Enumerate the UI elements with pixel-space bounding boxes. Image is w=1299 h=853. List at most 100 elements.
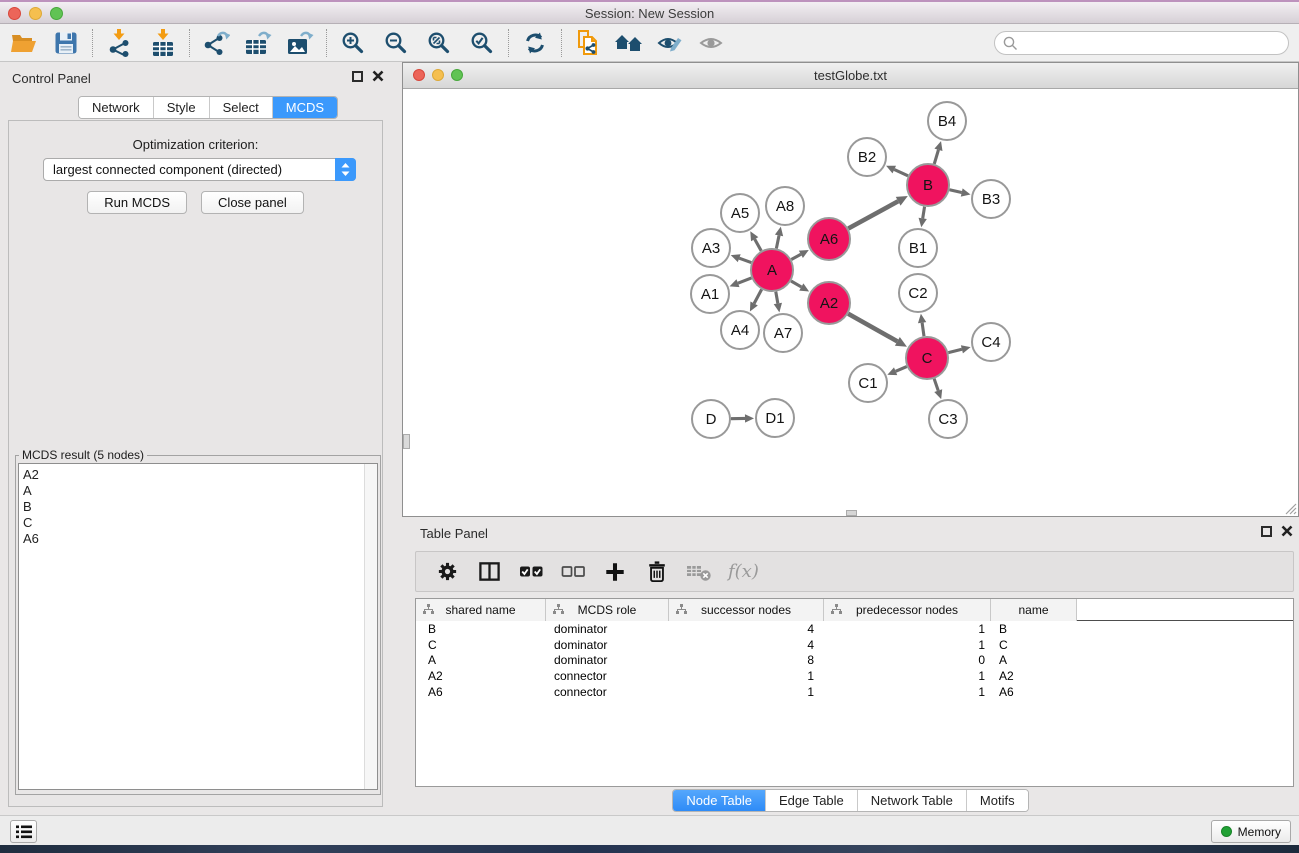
select-all-icon[interactable] [518,559,544,585]
graph-edge-A-A4[interactable] [754,289,762,303]
add-column-icon[interactable] [602,559,628,585]
table-cell[interactable]: C [416,638,546,652]
float-panel-icon[interactable] [352,71,363,82]
graph-edge-A-A7[interactable] [776,292,778,304]
run-mcds-button[interactable]: Run MCDS [87,191,187,214]
tab-edge-table[interactable]: Edge Table [766,790,858,811]
table-row[interactable]: A6connector11A6 [416,684,1293,700]
float-panel-icon[interactable] [1261,526,1272,537]
table-cell[interactable]: 1 [824,669,991,683]
import-table-icon[interactable] [145,26,181,60]
column-header-predecessor-nodes[interactable]: predecessor nodes [824,599,991,621]
graph-edge-B-B4[interactable] [934,150,938,164]
import-network-icon[interactable] [101,26,137,60]
column-header-successor-nodes[interactable]: successor nodes [669,599,824,621]
delete-trash-icon[interactable] [644,559,670,585]
column-header-mcds-role[interactable]: MCDS role [546,599,669,621]
table-cell[interactable]: 1 [824,622,991,636]
mcds-result-item[interactable]: A2 [23,467,377,483]
graph-edge-B-B3[interactable] [949,190,961,193]
tab-style[interactable]: Style [154,97,210,118]
hide-graphics-eye-pen-icon[interactable] [652,26,688,60]
table-cell[interactable]: dominator [546,638,669,652]
export-network-icon[interactable] [198,26,234,60]
search-input[interactable] [1024,36,1280,51]
memory-button[interactable]: Memory [1211,820,1291,843]
mcds-result-item[interactable]: B [23,499,377,515]
graph-edge-A-A3[interactable] [739,258,751,262]
column-header-shared-name[interactable]: shared name [416,599,546,621]
table-cell[interactable]: 4 [669,638,824,652]
graph-edge-C-C4[interactable] [948,349,962,352]
table-cell[interactable]: 1 [669,685,824,699]
zoom-in-icon[interactable] [335,26,371,60]
resize-grip-icon[interactable] [1283,501,1297,515]
table-cell[interactable]: 1 [669,669,824,683]
close-panel-icon[interactable] [1281,525,1293,537]
mcds-result-item[interactable]: A [23,483,377,499]
export-image-icon[interactable] [282,26,318,60]
table-cell[interactable]: A2 [991,669,1077,683]
table-cell[interactable]: A [991,653,1077,667]
tab-network[interactable]: Network [79,97,154,118]
delete-table-icon[interactable] [686,559,712,585]
search-box[interactable] [994,31,1289,55]
table-cell[interactable]: B [416,622,546,636]
panel-grip-handle[interactable] [403,434,410,449]
tab-motifs[interactable]: Motifs [967,790,1028,811]
table-row[interactable]: Adominator80A [416,652,1293,668]
table-cell[interactable]: 8 [669,653,824,667]
settings-gear-icon[interactable] [434,559,460,585]
show-graphics-eye-icon[interactable] [693,26,729,60]
table-cell[interactable]: 4 [669,622,824,636]
table-row[interactable]: Bdominator41B [416,621,1293,637]
graph-edge-A-A5[interactable] [755,239,762,251]
graph-edge-A2-C[interactable] [848,314,897,342]
graph-edge-A-A8[interactable] [776,235,779,248]
table-cell[interactable]: A6 [991,685,1077,699]
network-window-titlebar[interactable]: testGlobe.txt [403,63,1298,89]
tab-select[interactable]: Select [210,97,273,118]
table-cell[interactable]: A2 [416,669,546,683]
tab-node-table[interactable]: Node Table [673,790,766,811]
table-cell[interactable]: 0 [824,653,991,667]
split-columns-icon[interactable] [476,559,502,585]
save-icon[interactable] [48,26,84,60]
table-cell[interactable]: 1 [824,638,991,652]
graph-edge-A-A2[interactable] [791,281,801,287]
mcds-result-item[interactable]: C [23,515,377,531]
table-row[interactable]: A2connector11A2 [416,668,1293,684]
close-panel-button[interactable]: Close panel [201,191,304,214]
zoom-fit-icon[interactable] [421,26,457,60]
show-overview-homes-icon[interactable] [611,26,647,60]
tab-network-table[interactable]: Network Table [858,790,967,811]
table-cell[interactable]: A [416,653,546,667]
graph-edge-C-C2[interactable] [922,323,924,336]
folder-open-icon[interactable] [6,26,42,60]
table-row[interactable]: Cdominator41C [416,637,1293,653]
table-cell[interactable]: dominator [546,622,669,636]
table-cell[interactable]: connector [546,669,669,683]
panel-grip-handle[interactable] [846,510,857,516]
graph-edge-A6-B[interactable] [848,201,898,228]
network-graph[interactable]: B4B2BB3A5A8A6A3B1AA1C2A2A4A7C4CC1C3DD1 [403,90,1298,517]
mcds-result-list[interactable]: A2ABCA6 [18,463,378,790]
table-cell[interactable]: connector [546,685,669,699]
column-header-name[interactable]: name [991,599,1077,621]
tab-mcds[interactable]: MCDS [273,97,337,118]
graph-edge-C-C1[interactable] [896,367,907,372]
deselect-all-icon[interactable] [560,559,586,585]
close-panel-icon[interactable] [372,70,384,82]
mcds-result-item[interactable]: A6 [23,531,377,547]
graph-edge-B-B1[interactable] [923,207,925,219]
zoom-selected-icon[interactable] [464,26,500,60]
graph-edge-C-C3[interactable] [934,379,938,391]
table-cell[interactable]: A6 [416,685,546,699]
clone-network-icon[interactable] [570,26,606,60]
network-canvas[interactable]: B4B2BB3A5A8A6A3B1AA1C2A2A4A7C4CC1C3DD1 [403,90,1298,516]
graph-edge-B-B2[interactable] [894,170,908,176]
table-cell[interactable]: B [991,622,1077,636]
table-cell[interactable]: dominator [546,653,669,667]
zoom-out-icon[interactable] [378,26,414,60]
export-table-icon[interactable] [240,26,276,60]
